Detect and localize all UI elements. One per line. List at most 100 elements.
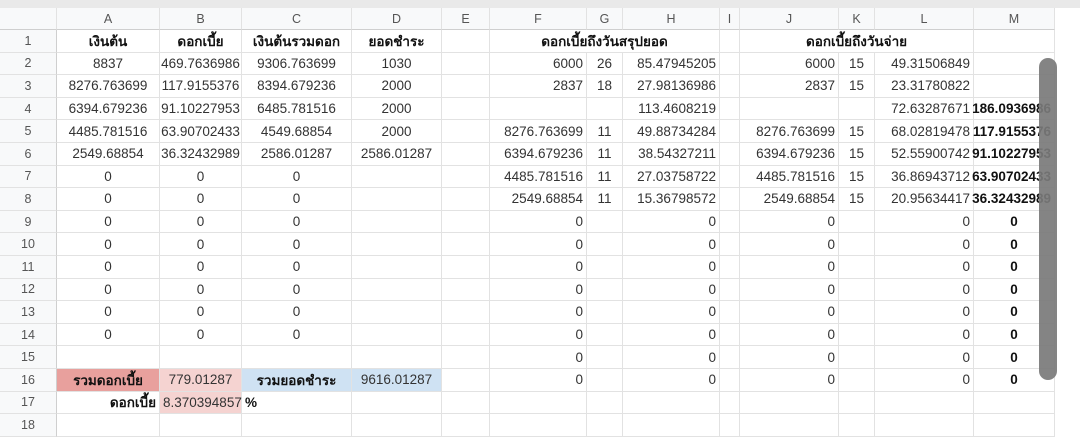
cell-m1[interactable] bbox=[974, 30, 1055, 53]
cell-i4[interactable] bbox=[720, 97, 740, 121]
cell-b2[interactable]: 469.7636986 bbox=[160, 52, 242, 76]
cell-e8[interactable] bbox=[442, 188, 490, 211]
row-header[interactable]: 9 bbox=[0, 210, 57, 234]
cell-j14[interactable]: 0 bbox=[740, 323, 839, 347]
cell-b15[interactable] bbox=[160, 346, 242, 369]
row-header[interactable]: 18 bbox=[0, 414, 57, 437]
cell-g18[interactable] bbox=[587, 414, 623, 437]
cell-j13[interactable]: 0 bbox=[740, 301, 839, 324]
cell-g17[interactable] bbox=[587, 391, 623, 415]
cell-k15[interactable] bbox=[839, 346, 875, 369]
cell-j10[interactable]: 0 bbox=[740, 233, 839, 256]
cell-f13[interactable]: 0 bbox=[490, 301, 587, 324]
cell-l17[interactable] bbox=[875, 391, 974, 415]
cell-l18[interactable] bbox=[875, 414, 974, 437]
cell-l11[interactable]: 0 bbox=[875, 256, 974, 279]
cell-f1[interactable]: ดอกเบี้ยถึงวันสรุปยอด bbox=[490, 30, 720, 53]
cell-d2[interactable]: 1030 bbox=[352, 52, 442, 76]
cell-i14[interactable] bbox=[720, 323, 740, 347]
cell-b12[interactable]: 0 bbox=[160, 278, 242, 302]
cell-g12[interactable] bbox=[587, 278, 623, 302]
cell-k2[interactable]: 15 bbox=[839, 52, 875, 76]
cell-k12[interactable] bbox=[839, 278, 875, 302]
cell-k7[interactable]: 15 bbox=[839, 165, 875, 189]
cell-i1[interactable] bbox=[720, 30, 740, 53]
cell-k13[interactable] bbox=[839, 301, 875, 324]
cell-h17[interactable] bbox=[623, 391, 720, 415]
cell-b7[interactable]: 0 bbox=[160, 165, 242, 189]
cell-h15[interactable]: 0 bbox=[623, 346, 720, 369]
cell-d3[interactable]: 2000 bbox=[352, 75, 442, 98]
row-header[interactable]: 1 bbox=[0, 30, 57, 53]
cell-e15[interactable] bbox=[442, 346, 490, 369]
cell-h3[interactable]: 27.98136986 bbox=[623, 75, 720, 98]
cell-e16[interactable] bbox=[442, 369, 490, 392]
cell-e7[interactable] bbox=[442, 165, 490, 189]
cell-h8[interactable]: 15.36798572 bbox=[623, 188, 720, 211]
cell-k9[interactable] bbox=[839, 210, 875, 234]
cell-e17[interactable] bbox=[442, 391, 490, 415]
cell-d6[interactable]: 2586.01287 bbox=[352, 143, 442, 166]
cell-h14[interactable]: 0 bbox=[623, 323, 720, 347]
cell-b6[interactable]: 36.32432989 bbox=[160, 143, 242, 166]
cell-j16[interactable]: 0 bbox=[740, 369, 839, 392]
row-header[interactable]: 3 bbox=[0, 75, 57, 98]
cell-a5[interactable]: 4485.781516 bbox=[57, 120, 160, 143]
cell-i17[interactable] bbox=[720, 391, 740, 415]
cell-i8[interactable] bbox=[720, 188, 740, 211]
cell-b17[interactable]: 8.370394857 bbox=[160, 391, 242, 415]
cell-h9[interactable]: 0 bbox=[623, 210, 720, 234]
cell-k16[interactable] bbox=[839, 369, 875, 392]
cell-l7[interactable]: 36.86943712 bbox=[875, 165, 974, 189]
cell-h6[interactable]: 38.54327211 bbox=[623, 143, 720, 166]
cell-i12[interactable] bbox=[720, 278, 740, 302]
select-all-corner[interactable] bbox=[0, 8, 57, 30]
row-header[interactable]: 12 bbox=[0, 278, 57, 302]
cell-i6[interactable] bbox=[720, 143, 740, 166]
cell-g14[interactable] bbox=[587, 323, 623, 347]
cell-a10[interactable]: 0 bbox=[57, 233, 160, 256]
cell-l4[interactable]: 72.63287671 bbox=[875, 97, 974, 121]
cell-c13[interactable]: 0 bbox=[242, 301, 352, 324]
cell-k8[interactable]: 15 bbox=[839, 188, 875, 211]
cell-k18[interactable] bbox=[839, 414, 875, 437]
cell-l12[interactable]: 0 bbox=[875, 278, 974, 302]
cell-c14[interactable]: 0 bbox=[242, 323, 352, 347]
cell-b10[interactable]: 0 bbox=[160, 233, 242, 256]
row-header[interactable]: 17 bbox=[0, 391, 57, 415]
cell-a2[interactable]: 8837 bbox=[57, 52, 160, 76]
cell-d16[interactable]: 9616.01287 bbox=[352, 369, 442, 392]
cell-k4[interactable] bbox=[839, 97, 875, 121]
cell-l6[interactable]: 52.55900742 bbox=[875, 143, 974, 166]
cell-g10[interactable] bbox=[587, 233, 623, 256]
cell-b9[interactable]: 0 bbox=[160, 210, 242, 234]
cell-f9[interactable]: 0 bbox=[490, 210, 587, 234]
cell-a1[interactable]: เงินต้น bbox=[57, 30, 160, 53]
column-header-k[interactable]: K bbox=[839, 8, 875, 30]
cell-j8[interactable]: 2549.68854 bbox=[740, 188, 839, 211]
cell-g2[interactable]: 26 bbox=[587, 52, 623, 76]
cell-l14[interactable]: 0 bbox=[875, 323, 974, 347]
cell-a9[interactable]: 0 bbox=[57, 210, 160, 234]
cell-f11[interactable]: 0 bbox=[490, 256, 587, 279]
row-header[interactable]: 5 bbox=[0, 120, 57, 143]
cell-e3[interactable] bbox=[442, 75, 490, 98]
cell-c6[interactable]: 2586.01287 bbox=[242, 143, 352, 166]
cell-e5[interactable] bbox=[442, 120, 490, 143]
cell-j3[interactable]: 2837 bbox=[740, 75, 839, 98]
cell-d8[interactable] bbox=[352, 188, 442, 211]
cell-d12[interactable] bbox=[352, 278, 442, 302]
cell-b4[interactable]: 91.10227953 bbox=[160, 97, 242, 121]
row-header[interactable]: 6 bbox=[0, 143, 57, 166]
cell-b1[interactable]: ดอกเบี้ย bbox=[160, 30, 242, 53]
cell-c5[interactable]: 4549.68854 bbox=[242, 120, 352, 143]
cell-d11[interactable] bbox=[352, 256, 442, 279]
cell-a12[interactable]: 0 bbox=[57, 278, 160, 302]
cell-b3[interactable]: 117.9155376 bbox=[160, 75, 242, 98]
cell-g13[interactable] bbox=[587, 301, 623, 324]
cell-f4[interactable] bbox=[490, 97, 587, 121]
cell-f2[interactable]: 6000 bbox=[490, 52, 587, 76]
cell-f6[interactable]: 6394.679236 bbox=[490, 143, 587, 166]
cell-h7[interactable]: 27.03758722 bbox=[623, 165, 720, 189]
cell-f3[interactable]: 2837 bbox=[490, 75, 587, 98]
